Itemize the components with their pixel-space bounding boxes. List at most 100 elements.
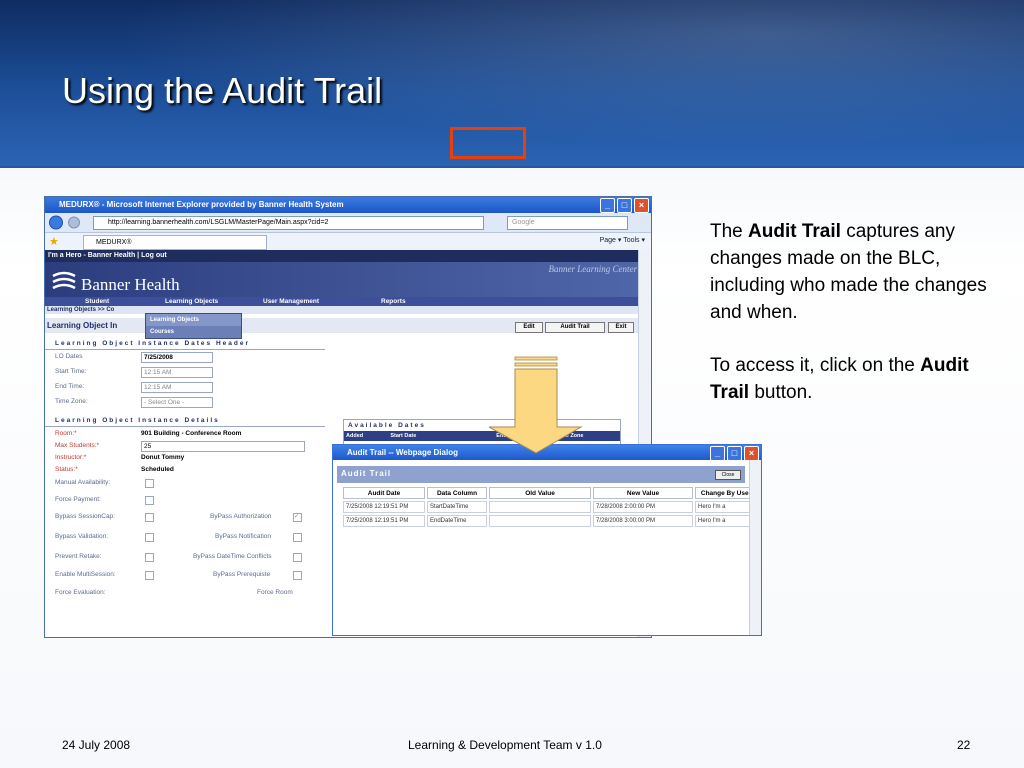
dialog-header-title: Audit Trail bbox=[341, 469, 392, 478]
time-zone-row: Time Zone: - Select One - bbox=[45, 395, 335, 410]
time-zone-select[interactable]: - Select One - bbox=[141, 397, 213, 408]
prevent-retake-label: Prevent Retake: bbox=[55, 553, 102, 560]
dropdown-item-learning-objects[interactable]: Learning Objects bbox=[146, 314, 241, 326]
force-payment-label: Force Payment: bbox=[55, 496, 101, 503]
enable-multisession-label: Enable MultiSession: bbox=[55, 571, 116, 578]
page-title: Learning Object In bbox=[47, 321, 118, 330]
bypass-validation-checkbox[interactable] bbox=[145, 533, 154, 542]
old-value-cell bbox=[489, 515, 591, 527]
dialog-close-button[interactable]: Close bbox=[715, 470, 741, 480]
dialog-scrollbar[interactable] bbox=[749, 460, 761, 635]
body-paragraph-2: To access it, click on the Audit Trail b… bbox=[710, 352, 995, 406]
dialog-window-controls: _ □ × bbox=[710, 446, 759, 461]
lo-dates-row: LO Dates 7/25/2008 bbox=[45, 350, 335, 365]
browser-tab[interactable]: MEDURX® bbox=[83, 235, 267, 250]
table-row[interactable]: 7/25/2008 12:19:51 PM StartDateTime 7/28… bbox=[343, 501, 757, 513]
instructor-label: Instructor:* bbox=[55, 454, 87, 461]
dialog-minimize-icon[interactable]: _ bbox=[710, 446, 725, 461]
dialog-header: Audit Trail Close bbox=[337, 466, 745, 483]
para1-bold: Audit Trail bbox=[748, 221, 841, 242]
time-zone-label: Time Zone: bbox=[55, 398, 88, 405]
bypass-notification-label: ByPass Notification bbox=[215, 533, 271, 540]
bypass-validation-label: Bypass Validation: bbox=[55, 533, 108, 540]
lo-dates-input[interactable]: 7/25/2008 bbox=[141, 352, 213, 363]
banner-logo-icon bbox=[52, 271, 76, 290]
tab-bar: ★ MEDURX® Page ▾ Tools ▾ bbox=[45, 233, 651, 251]
nav-user-management[interactable]: User Management bbox=[263, 297, 319, 306]
slide-body-text: The Audit Trail captures any changes mad… bbox=[710, 218, 995, 432]
bypass-authorization-label: ByPass Authorization bbox=[210, 513, 272, 520]
search-input[interactable]: Google bbox=[507, 216, 628, 230]
table-row[interactable]: 7/25/2008 12:19:51 PM EndDateTime 7/28/2… bbox=[343, 515, 757, 527]
force-evaluation-label: Force Evaluation: bbox=[55, 589, 106, 596]
room-label: Room:* bbox=[55, 430, 77, 437]
audit-trail-button[interactable]: Audit Trail bbox=[545, 322, 605, 333]
dialog-title: Audit Trail -- Webpage Dialog bbox=[347, 448, 458, 457]
bypass-datetime-checkbox[interactable] bbox=[293, 553, 302, 562]
brand-banner: Banner Health Banner Learning Center bbox=[45, 262, 639, 297]
bypass-authorization-checkbox[interactable]: ✓ bbox=[293, 513, 302, 522]
prevent-retake-checkbox[interactable] bbox=[145, 553, 154, 562]
slide-title: Using the Audit Trail bbox=[62, 70, 383, 111]
nav-learning-objects[interactable]: Learning Objects bbox=[165, 297, 218, 306]
brand-name: Banner Health bbox=[81, 275, 180, 294]
dropdown-item-courses[interactable]: Courses bbox=[146, 326, 241, 338]
data-column-cell: StartDateTime bbox=[427, 501, 487, 513]
bypass-prerequisite-checkbox[interactable] bbox=[293, 571, 302, 580]
bypass-sessioncap-checkbox[interactable] bbox=[145, 513, 154, 522]
para2-prefix: To access it, click on the bbox=[710, 355, 921, 376]
browser-toolbar[interactable]: Page ▾ Tools ▾ bbox=[600, 236, 645, 244]
favorites-star-icon[interactable]: ★ bbox=[49, 235, 59, 248]
footer-date: 24 July 2008 bbox=[62, 738, 131, 752]
audit-date-cell: 7/25/2008 12:19:51 PM bbox=[343, 515, 425, 527]
end-time-row: End Time: 12:15 AM bbox=[45, 380, 335, 395]
instructor-value: Donut Tommy bbox=[141, 454, 185, 461]
start-time-label: Start Time: bbox=[55, 368, 87, 375]
dialog-maximize-icon[interactable]: □ bbox=[727, 446, 742, 461]
para1-prefix: The bbox=[710, 221, 749, 242]
col-old-value: Old Value bbox=[489, 487, 591, 499]
hero-bar[interactable]: I'm a Hero - Banner Health | Log out bbox=[45, 250, 639, 262]
bypass-prerequisite-label: ByPass Prerequiste bbox=[213, 571, 271, 578]
enable-multisession-checkbox[interactable] bbox=[145, 571, 154, 580]
audit-date-cell: 7/25/2008 12:19:51 PM bbox=[343, 501, 425, 513]
blc-label: Banner Learning Center bbox=[548, 264, 638, 274]
down-arrow-icon bbox=[488, 356, 583, 454]
browser-title: MEDURX® - Microsoft Internet Explorer pr… bbox=[59, 200, 344, 209]
start-time-select[interactable]: 12:15 AM bbox=[141, 367, 213, 378]
breadcrumb: Learning Objects >> Co bbox=[45, 306, 639, 314]
nav-student[interactable]: Student bbox=[85, 297, 109, 306]
close-icon[interactable]: × bbox=[634, 198, 649, 213]
para2-suffix: button. bbox=[749, 382, 813, 403]
audit-trail-highlight bbox=[450, 127, 526, 159]
edit-button[interactable]: Edit bbox=[515, 322, 543, 333]
status-value: Scheduled bbox=[141, 466, 174, 473]
old-value-cell bbox=[489, 501, 591, 513]
minimize-icon[interactable]: _ bbox=[600, 198, 615, 213]
exit-button[interactable]: Exit bbox=[608, 322, 634, 333]
end-time-select[interactable]: 12:15 AM bbox=[141, 382, 213, 393]
back-forward-icon[interactable] bbox=[48, 215, 88, 230]
dates-section-header: Learning Object Instance Dates Header bbox=[45, 339, 325, 350]
col-data-column: Data Column bbox=[427, 487, 487, 499]
nav-reports[interactable]: Reports bbox=[381, 297, 406, 306]
dialog-close-icon[interactable]: × bbox=[744, 446, 759, 461]
dates-fields: LO Dates 7/25/2008 Start Time: 12:15 AM En… bbox=[45, 350, 335, 410]
footer-center: Learning & Development Team v 1.0 bbox=[408, 738, 602, 752]
max-students-label: Max Students:* bbox=[55, 442, 100, 449]
start-time-row: Start Time: 12:15 AM bbox=[45, 365, 335, 380]
details-section-header: Learning Object Instance Details bbox=[45, 416, 325, 427]
bypass-datetime-label: ByPass DateTime Conflicts bbox=[193, 553, 272, 560]
address-bar: http://learning.bannerhealth.com/LSGLM/M… bbox=[45, 213, 651, 233]
maximize-icon[interactable]: □ bbox=[617, 198, 632, 213]
url-input[interactable]: http://learning.bannerhealth.com/LSGLM/M… bbox=[93, 216, 484, 230]
col-new-value: New Value bbox=[593, 487, 693, 499]
bypass-notification-checkbox[interactable] bbox=[293, 533, 302, 542]
manual-availability-checkbox[interactable] bbox=[145, 479, 154, 488]
force-payment-checkbox[interactable] bbox=[145, 496, 154, 505]
change-by-user-cell: Hero I'm a bbox=[695, 501, 757, 513]
end-time-label: End Time: bbox=[55, 383, 85, 390]
audit-trail-dialog: Audit Trail -- Webpage Dialog _ □ × Audi… bbox=[332, 444, 762, 636]
room-value: 901 Building - Conference Room bbox=[141, 430, 242, 437]
page-title-bar: Learning Object In Edit Audit Trail Exit bbox=[45, 318, 639, 333]
